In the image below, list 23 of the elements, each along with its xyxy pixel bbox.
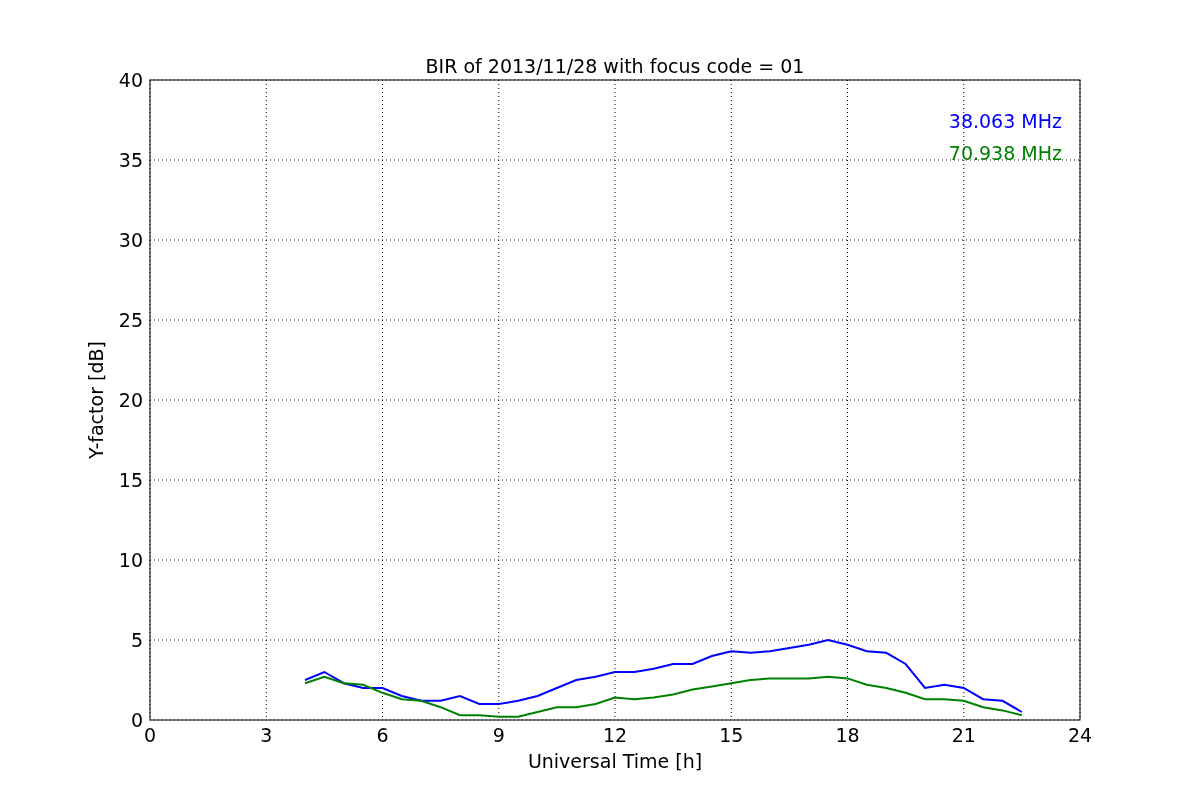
y-tick-label: 20 [118,389,143,411]
x-axis-label: Universal Time [h] [527,750,703,772]
y-tick-label: 35 [118,149,143,171]
x-tick-label: 0 [143,724,157,746]
x-tick-label: 21 [951,724,976,746]
y-tick-label: 40 [118,69,143,91]
y-tick-label: 30 [118,229,143,251]
y-tick-label: 5 [130,629,143,651]
series-label: 38.063 MHz [948,110,1062,132]
x-tick-label: 9 [492,724,505,746]
y-tick-label: 25 [118,309,143,331]
series-label: 70.938 MHz [948,142,1062,164]
x-tick-label: 3 [260,724,273,746]
x-tick-label: 18 [835,724,860,746]
chart-title: BIR of 2013/11/28 with focus code = 01 [425,55,805,77]
x-tick-label: 12 [602,724,628,746]
x-tick-label: 24 [1067,724,1093,746]
y-tick-label: 10 [118,549,143,571]
y-tick-label: 15 [118,469,143,491]
y-axis-label: Y-factor [dB] [85,341,107,459]
y-tick-label: 0 [130,709,143,731]
x-tick-label: 6 [376,724,389,746]
x-tick-label: 15 [719,724,744,746]
